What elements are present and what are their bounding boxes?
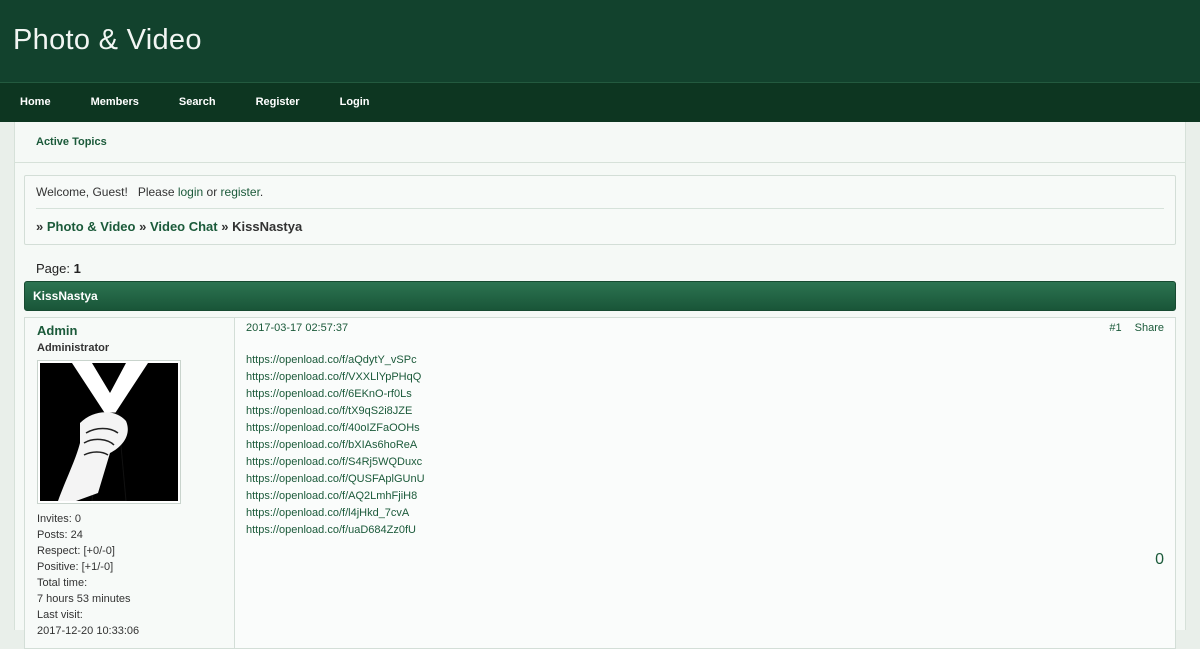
post-link[interactable]: https://openload.co/f/AQ2LmhFjiH8: [246, 488, 1164, 505]
author-name[interactable]: Admin: [37, 323, 77, 338]
stat-posts: Posts: 24: [37, 529, 83, 541]
post-link[interactable]: https://openload.co/f/tX9qS2i8JZE: [246, 403, 1164, 420]
welcome-message: Welcome, Guest! Please login or register…: [36, 185, 1164, 199]
nav-login[interactable]: Login: [320, 83, 390, 122]
author-role: Administrator: [37, 342, 110, 354]
page-content: Welcome, Guest! Please login or register…: [14, 163, 1186, 649]
post-actions: #1 Share: [1109, 322, 1164, 334]
breadcrumb-current: KissNastya: [232, 219, 303, 234]
stat-total-time: 7 hours 53 minutes: [37, 593, 131, 605]
avatar[interactable]: [37, 360, 181, 504]
stat-last-visit-label: Last visit:: [37, 609, 83, 621]
active-topics-link[interactable]: Active Topics: [36, 136, 107, 148]
topic-title: KissNastya: [33, 289, 98, 303]
post-author-panel: Admin Administrator Invites: 0 Posts: 24…: [25, 318, 235, 648]
post-link[interactable]: https://openload.co/f/uaD684Zz0fU: [246, 522, 1164, 539]
post-date[interactable]: 2017-03-17 02:57:37: [246, 322, 348, 334]
nav-members[interactable]: Members: [71, 83, 159, 122]
login-link[interactable]: login: [178, 185, 203, 199]
post-link[interactable]: https://openload.co/f/QUSFAplGUnU: [246, 471, 1164, 488]
page-label: Page:: [36, 261, 70, 276]
breadcrumb-sep: »: [36, 219, 44, 234]
welcome-or: or: [203, 185, 221, 199]
site-title[interactable]: Photo & Video: [13, 24, 202, 57]
sub-nav: Active Topics: [14, 122, 1186, 163]
site-header: Photo & Video: [0, 0, 1200, 82]
post-link[interactable]: https://openload.co/f/40oIZFaOOHs: [246, 420, 1164, 437]
register-link[interactable]: register: [221, 185, 260, 199]
stat-positive: Positive: [+1/-0]: [37, 561, 114, 573]
breadcrumb: » Photo & Video » Video Chat » KissNasty…: [36, 219, 1164, 234]
post-link[interactable]: https://openload.co/f/6EKnO-rf0Ls: [246, 386, 1164, 403]
author-stats: Invites: 0 Posts: 24 Respect: [+0/-0] Po…: [37, 511, 234, 639]
welcome-box: Welcome, Guest! Please login or register…: [24, 175, 1176, 245]
main-nav: Home Members Search Register Login: [0, 82, 1200, 122]
post-body: 2017-03-17 02:57:37 #1 Share https://ope…: [235, 318, 1175, 648]
vote-count[interactable]: 0: [1155, 551, 1164, 569]
post-link[interactable]: https://openload.co/f/aQdytY_vSPc: [246, 352, 1164, 369]
share-button[interactable]: Share: [1135, 322, 1164, 334]
topic-title-bar: KissNastya: [24, 281, 1176, 311]
breadcrumb-forum[interactable]: Photo & Video: [47, 219, 136, 234]
post: Admin Administrator Invites: 0 Posts: 24…: [24, 317, 1176, 649]
stat-respect: Respect: [+0/-0]: [37, 545, 115, 557]
divider: [36, 208, 1164, 209]
breadcrumb-sep: »: [221, 219, 229, 234]
breadcrumb-category[interactable]: Video Chat: [150, 219, 218, 234]
welcome-suffix: .: [259, 185, 264, 199]
nav-register[interactable]: Register: [236, 83, 320, 122]
post-link[interactable]: https://openload.co/f/bXIAs6hoReA: [246, 437, 1164, 454]
post-header: 2017-03-17 02:57:37 #1 Share: [246, 322, 1164, 334]
nav-search[interactable]: Search: [159, 83, 236, 122]
post-link[interactable]: https://openload.co/f/VXXLlYpPHqQ: [246, 369, 1164, 386]
current-page: 1: [73, 261, 81, 276]
stat-last-visit: 2017-12-20 10:33:06: [37, 625, 140, 637]
breadcrumb-sep: »: [139, 219, 147, 234]
post-links: https://openload.co/f/aQdytY_vSPc https:…: [246, 352, 1164, 539]
post-link[interactable]: https://openload.co/f/S4Rj5WQDuxc: [246, 454, 1164, 471]
stat-invites: Invites: 0: [37, 513, 82, 525]
post-link[interactable]: https://openload.co/f/l4jHkd_7cvA: [246, 505, 1164, 522]
welcome-prefix: Welcome, Guest! Please: [36, 185, 178, 199]
post-number[interactable]: #1: [1109, 322, 1121, 334]
nav-home[interactable]: Home: [0, 83, 71, 122]
pagination: Page: 1: [36, 261, 1176, 276]
stat-total-time-label: Total time:: [37, 577, 88, 589]
avatar-image: [40, 363, 178, 501]
